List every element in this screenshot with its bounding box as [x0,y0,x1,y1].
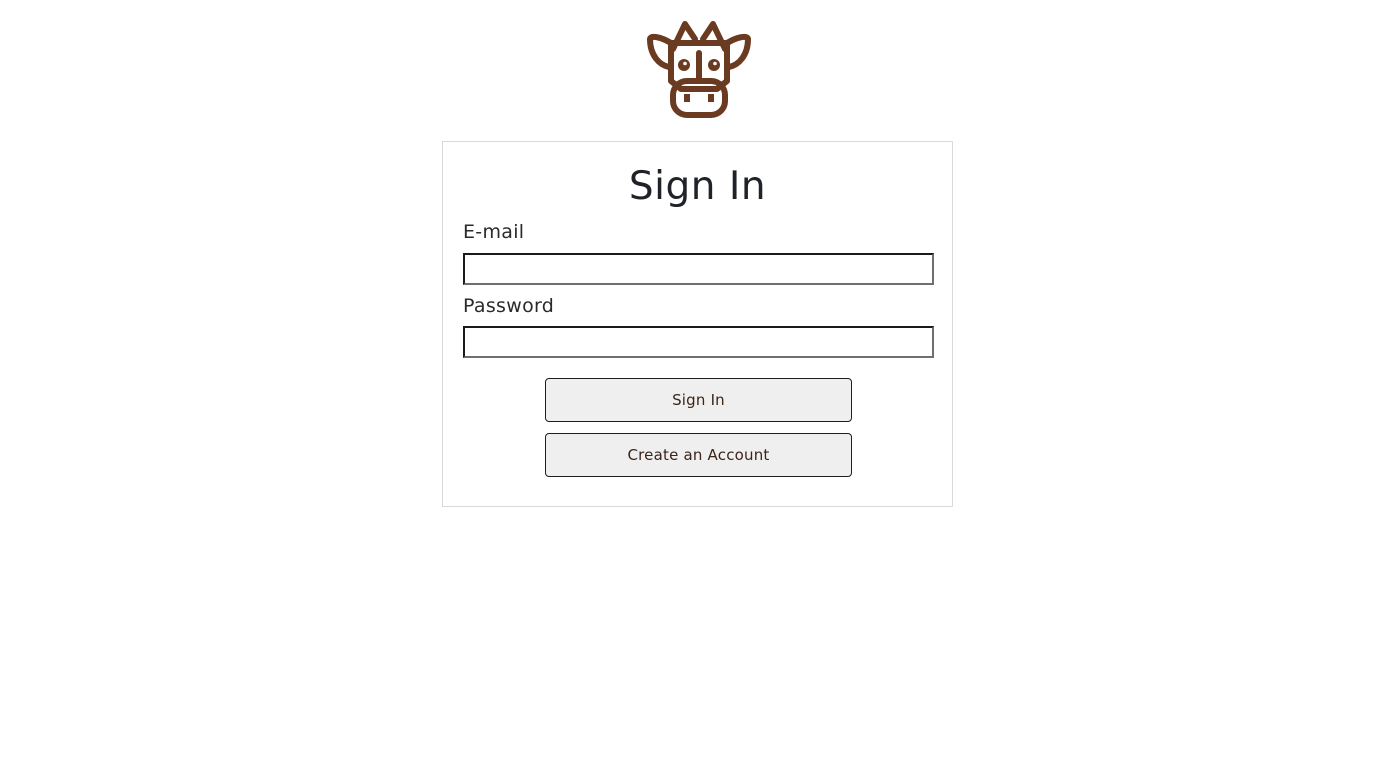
password-label: Password [463,295,555,317]
cow-logo-icon [647,19,751,120]
email-field[interactable] [463,253,934,285]
email-label: E-mail [463,221,525,243]
page-title: Sign In [628,164,767,209]
password-field[interactable] [463,326,934,358]
create-account-button[interactable]: Create an Account [545,433,852,477]
cow-head-icon [647,21,751,118]
sign-in-button[interactable]: Sign In [545,378,852,422]
